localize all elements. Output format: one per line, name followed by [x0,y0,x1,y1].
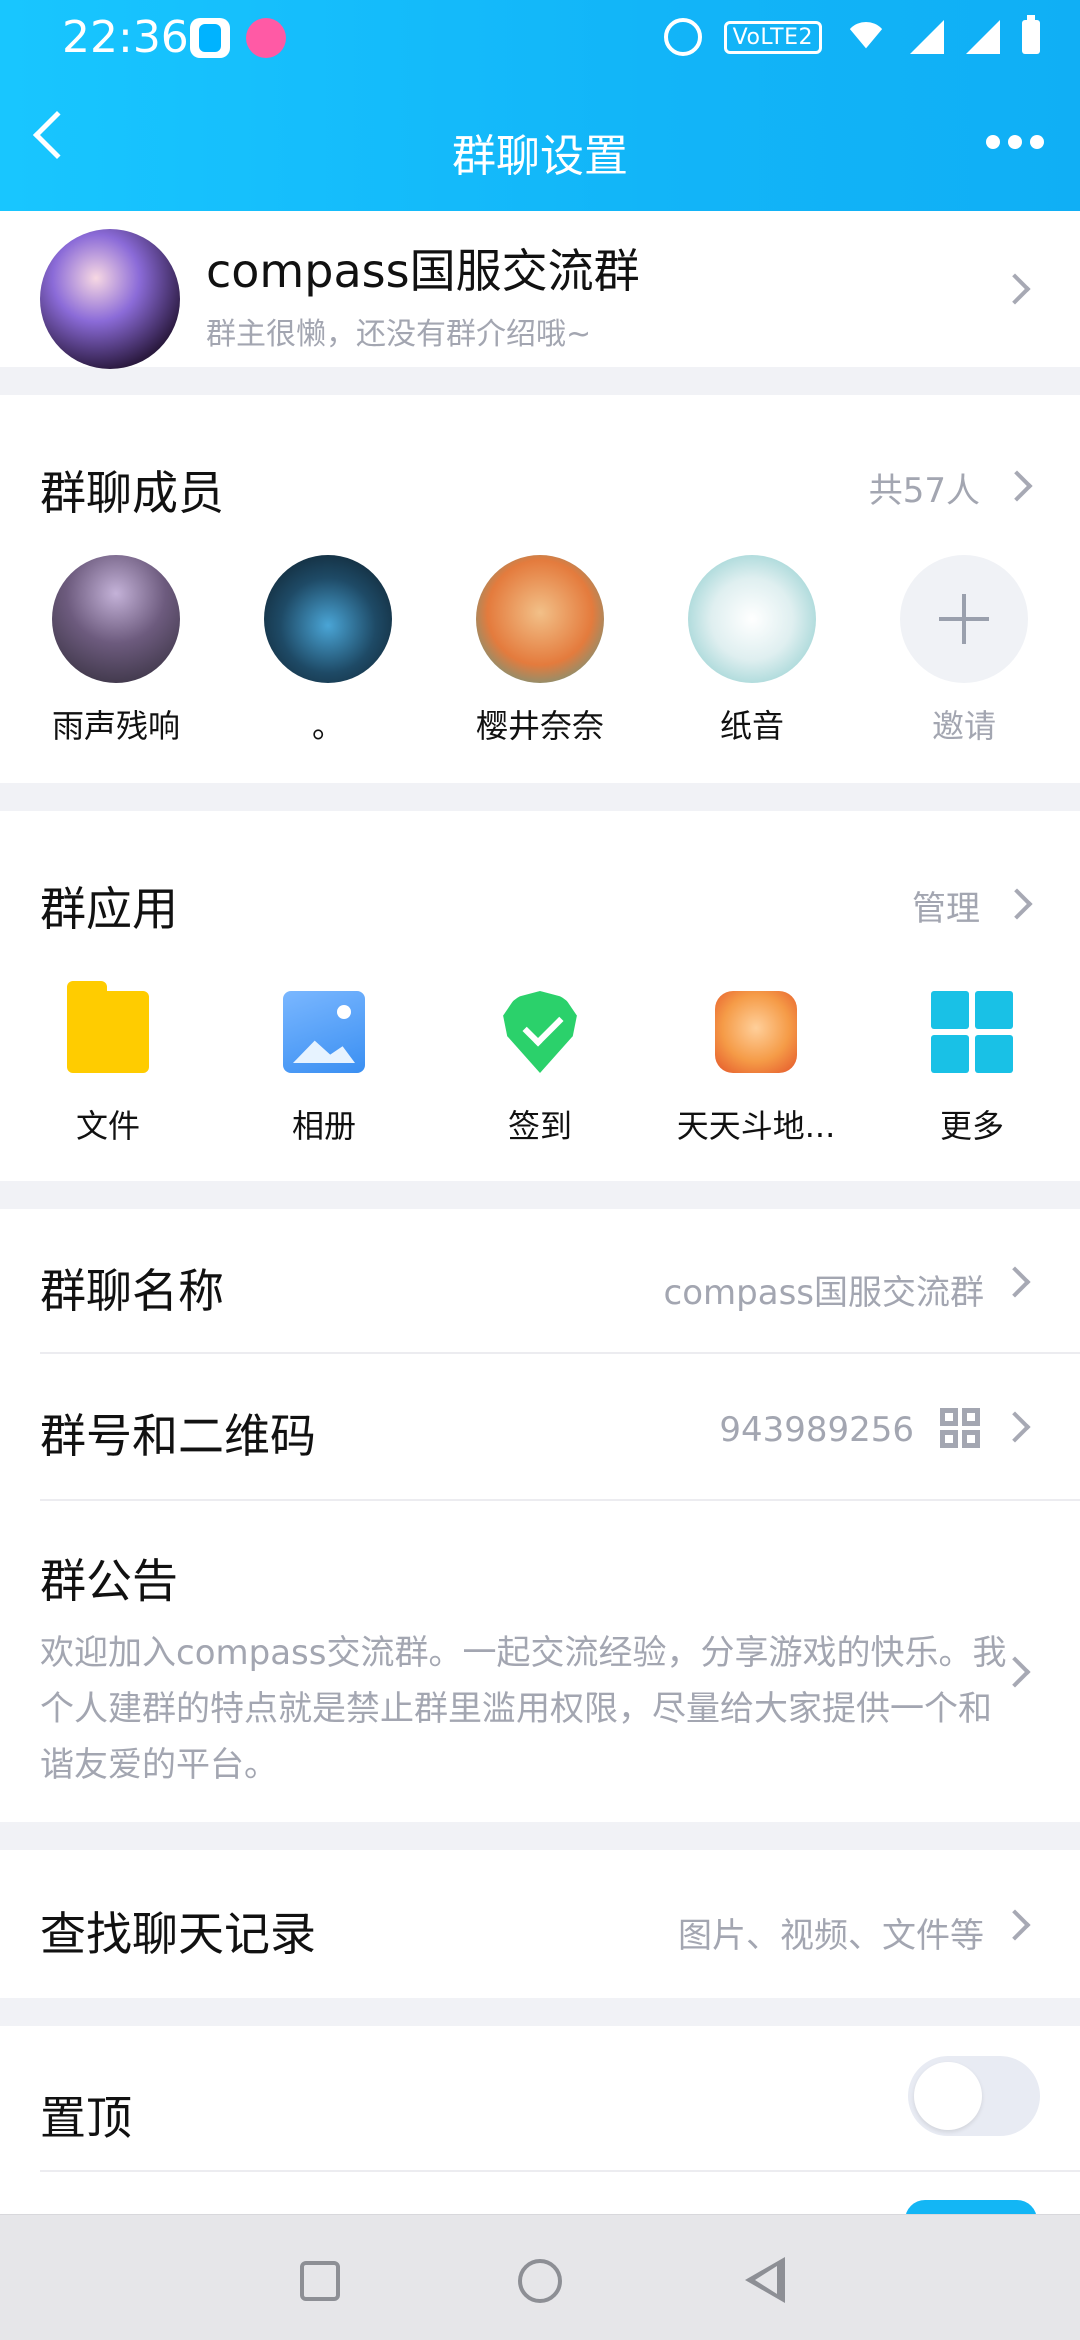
invite-member-button[interactable]: 邀请 [884,555,1044,747]
notice-text: 欢迎加入compass交流群。一起交流经验，分享游戏的快乐。我个人建群的特点就是… [40,1633,1007,1785]
pin-row: 置顶 [0,2026,1080,2216]
pin-label: 置顶 [40,2091,132,2145]
group-number-row[interactable]: 群号和二维码 943989256 [0,1354,1080,1501]
tile [975,1035,1013,1073]
group-name-label: 群聊名称 [40,1264,224,1318]
group-name-value: compass国服交流群 [663,1273,984,1313]
dot [1030,135,1044,149]
group-profile-card[interactable]: compass国服交流群 群主很懒，还没有群介绍哦~ [0,211,1080,369]
member-avatar [476,555,604,683]
volte-badge: VoLTE2 [723,20,822,54]
page-title: 群聊设置 [452,131,628,182]
member-name: 雨声残响 [51,707,180,745]
member-avatar [264,555,392,683]
search-history-label: 查找聊天记录 [40,1907,316,1961]
member-item[interactable]: 雨声残响 [36,555,196,747]
chevron-right-icon [1001,888,1033,920]
member-avatar [688,555,816,683]
group-notice-row[interactable]: 群公告 欢迎加入compass交流群。一起交流经验，分享游戏的快乐。我个人建群的… [0,1501,1080,1822]
member-name: 。 [311,707,344,745]
tile [975,991,1013,1029]
app-item[interactable]: 文件 [18,981,198,1147]
group-apps-section: 群应用 管理 文件 相册 签到 天天斗地... 更多 [0,811,1080,1181]
chevron-right-icon [999,1266,1031,1298]
chevron-right-icon [999,1909,1031,1941]
search-history-hint: 图片、视频、文件等 [678,1916,984,1956]
app-item[interactable]: 签到 [450,991,630,1147]
alarm-icon [663,18,702,56]
members-title: 群聊成员 [40,466,224,520]
home-circle-icon[interactable] [518,2259,562,2303]
app-notification-icon [190,18,230,58]
notice-label: 群公告 [40,1554,178,1608]
checkin-icon [503,991,577,1073]
qr-cell [962,1408,980,1426]
divider [40,2170,1080,2172]
group-members-section: 群聊成员 共57人 雨声残响 。 樱井奈奈 纸音 邀请 [0,395,1080,783]
top-bar: 22:36 VoLTE2 群聊设置 [0,0,1080,211]
group-number-value: 943989256 [719,1410,914,1450]
recents-square-icon[interactable] [300,2261,340,2301]
apps-manage-link[interactable]: 管理 [912,881,980,930]
group-number-label: 群号和二维码 [40,1409,316,1463]
chevron-right-icon [1001,470,1033,502]
qr-cell [962,1430,980,1448]
tile [931,991,969,1029]
toggle-knob [914,2062,982,2130]
status-time: 22:36 [62,12,189,63]
group-intro: 群主很懒，还没有群介绍哦~ [206,317,592,352]
system-icons: VoLTE2 [663,15,1040,56]
member-item[interactable]: 。 [248,555,408,747]
apps-title: 群应用 [40,882,178,936]
search-history-row[interactable]: 查找聊天记录 图片、视频、文件等 [0,1850,1080,1998]
member-avatar [52,555,180,683]
qr-cell [940,1430,958,1448]
back-triangle-icon[interactable] [745,2257,785,2303]
chevron-right-icon [999,1411,1031,1443]
app-notification-icon [246,18,286,58]
app-label: 更多 [939,1107,1004,1145]
photo-icon [283,991,365,1073]
member-name: 樱井奈奈 [475,707,604,745]
battery-icon [1022,15,1040,54]
folder-icon [67,981,149,1073]
grid-icon [931,991,1013,1073]
signal-icon [966,20,1000,54]
app-item[interactable]: 更多 [882,991,1062,1147]
group-name: compass国服交流群 [206,244,640,298]
tile [931,1035,969,1073]
status-bar: 22:36 VoLTE2 [0,0,1080,80]
app-label: 签到 [507,1107,572,1145]
app-item[interactable]: 天天斗地... [666,991,846,1147]
plus-icon [900,555,1028,683]
wifi-icon [844,22,888,52]
app-label: 天天斗地... [676,1107,836,1145]
system-navigation-bar [0,2214,1080,2340]
invite-label: 邀请 [931,707,996,745]
group-avatar [40,229,180,369]
members-count[interactable]: 共57人 [869,463,980,512]
app-label: 相册 [291,1107,356,1145]
member-item[interactable]: 樱井奈奈 [460,555,620,747]
qr-cell [940,1408,958,1426]
member-item[interactable]: 纸音 [672,555,832,747]
app-item[interactable]: 相册 [234,991,414,1147]
member-name: 纸音 [719,707,784,745]
pin-toggle[interactable] [908,2056,1040,2136]
signal-icon [910,20,944,54]
qrcode-icon [940,1408,980,1448]
dot [1008,135,1022,149]
dot [986,135,1000,149]
more-options-icon[interactable] [986,135,1044,149]
app-label: 文件 [75,1107,140,1145]
game-icon [715,991,797,1073]
group-name-row[interactable]: 群聊名称 compass国服交流群 [0,1209,1080,1354]
